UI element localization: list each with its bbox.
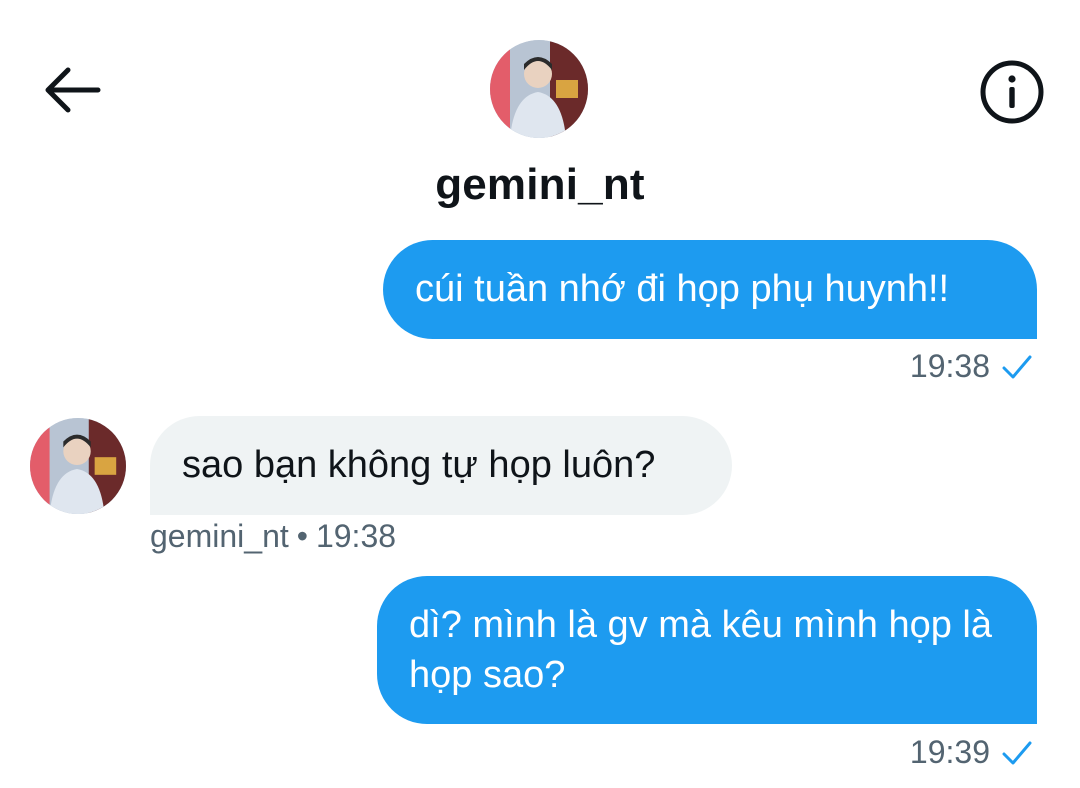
meta-separator: • xyxy=(296,518,308,554)
info-circle-icon xyxy=(980,60,1044,124)
info-button[interactable] xyxy=(978,58,1046,126)
message-meta: 19:38 xyxy=(910,348,1032,385)
incoming-message[interactable]: sao bạn không tự họp luôn? xyxy=(150,416,732,515)
message-meta: gemini_nt • 19:38 xyxy=(150,518,396,555)
check-icon xyxy=(1002,355,1032,378)
message-meta: 19:39 xyxy=(910,734,1032,771)
conversation-username[interactable]: gemini_nt xyxy=(0,160,1080,210)
outgoing-message[interactable]: dì? mình là gv mà kêu mình họp là họp sa… xyxy=(377,576,1037,724)
check-icon xyxy=(1002,741,1032,764)
message-time: 19:38 xyxy=(909,348,990,384)
message-sender: gemini_nt xyxy=(150,518,289,554)
sender-avatar[interactable] xyxy=(30,418,126,514)
back-button[interactable] xyxy=(40,62,104,118)
outgoing-message[interactable]: cúi tuần nhớ đi họp phụ huynh!! xyxy=(383,240,1037,339)
avatar-image xyxy=(30,418,126,514)
avatar-image xyxy=(490,40,588,138)
arrow-left-icon xyxy=(45,67,101,113)
message-time: 19:39 xyxy=(909,734,990,770)
avatar[interactable] xyxy=(490,40,588,138)
message-time: 19:38 xyxy=(315,518,397,554)
